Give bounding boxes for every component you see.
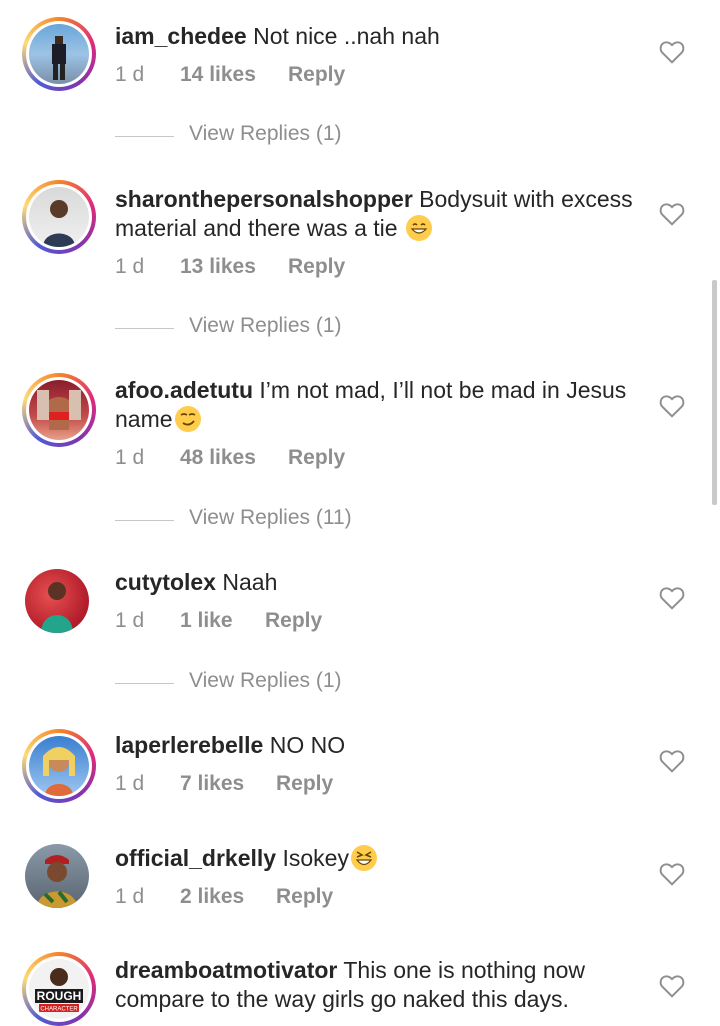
avatar[interactable] (22, 729, 96, 803)
rough-character-logo: ROUGH CHARACTER (35, 968, 83, 1013)
comment-time: 1 d (115, 609, 145, 632)
comment-text-block: official_drkelly Isokey (115, 844, 635, 873)
heart-outline-icon[interactable] (659, 40, 685, 64)
reply-button[interactable]: Reply (276, 772, 333, 796)
smiling-face-emoji (405, 215, 432, 241)
reply-button[interactable]: Reply (288, 446, 345, 470)
svg-text:CHARACTER: CHARACTER (40, 1007, 78, 1013)
comment-text: NO NO (269, 732, 346, 758)
comment-text: Naah (222, 569, 278, 595)
comment-username[interactable]: dreamboatmotivator (115, 957, 337, 983)
heart-outline-icon[interactable] (659, 974, 685, 998)
comment-username[interactable]: iam_chedee (115, 23, 247, 49)
reply-button[interactable]: Reply (288, 255, 345, 279)
view-replies-label[interactable]: View Replies (1) (189, 314, 342, 338)
avatar[interactable] (22, 373, 96, 447)
scrollbar[interactable] (712, 280, 717, 505)
divider (115, 328, 174, 329)
comment-likes[interactable]: 48 likes (180, 446, 256, 470)
comment-text-block: sharonthepersonalshopper Bodysuit with e… (115, 185, 635, 243)
reply-button[interactable]: Reply (276, 885, 333, 909)
comment-text: Isokey (282, 845, 349, 871)
divider (115, 520, 174, 521)
comment-text-block: dreamboatmotivator This one is nothing n… (115, 956, 635, 1014)
heart-outline-icon[interactable] (659, 394, 685, 418)
view-replies-label[interactable]: View Replies (11) (189, 506, 352, 530)
comment-time: 1 d (115, 63, 145, 86)
comment-likes[interactable]: 13 likes (180, 255, 256, 279)
comment-text-block: laperlerebelle NO NO (115, 731, 635, 760)
comment-likes[interactable]: 1 like (180, 609, 233, 633)
reply-button[interactable]: Reply (265, 609, 322, 633)
view-replies-label[interactable]: View Replies (1) (189, 669, 342, 693)
comment-username[interactable]: afoo.adetutu (115, 377, 253, 403)
comment-time: 1 d (115, 772, 145, 795)
grinning-squinting-face-emoji (350, 845, 377, 871)
svg-text:ROUGH: ROUGH (37, 989, 82, 1003)
comment-text: Not nice ..nah nah (253, 23, 440, 49)
smirking-face-emoji (174, 406, 201, 432)
comment-likes[interactable]: 7 likes (180, 772, 244, 796)
comment-likes[interactable]: 2 likes (180, 885, 244, 909)
comment-text-block: afoo.adetutu I’m not mad, I’ll not be ma… (115, 376, 635, 434)
heart-outline-icon[interactable] (659, 862, 685, 886)
comment-username[interactable]: cutytolex (115, 569, 216, 595)
avatar[interactable] (22, 180, 96, 254)
divider (115, 136, 174, 137)
divider (115, 683, 174, 684)
heart-outline-icon[interactable] (659, 202, 685, 226)
comment-username[interactable]: sharonthepersonalshopper (115, 186, 413, 212)
comment-username[interactable]: laperlerebelle (115, 732, 263, 758)
heart-outline-icon[interactable] (659, 749, 685, 773)
comment-username[interactable]: official_drkelly (115, 845, 276, 871)
comment-time: 1 d (115, 255, 145, 278)
comment-likes[interactable]: 14 likes (180, 63, 256, 87)
avatar[interactable] (22, 841, 96, 915)
comment-text-block: iam_chedee Not nice ..nah nah (115, 22, 635, 51)
avatar[interactable]: ROUGH CHARACTER (22, 952, 96, 1026)
avatar[interactable] (22, 17, 96, 91)
reply-button[interactable]: Reply (288, 63, 345, 87)
avatar[interactable] (22, 566, 96, 640)
view-replies-label[interactable]: View Replies (1) (189, 122, 342, 146)
comment-time: 1 d (115, 446, 145, 469)
comment-time: 1 d (115, 885, 145, 908)
heart-outline-icon[interactable] (659, 586, 685, 610)
comment-text-block: cutytolex Naah (115, 568, 635, 597)
